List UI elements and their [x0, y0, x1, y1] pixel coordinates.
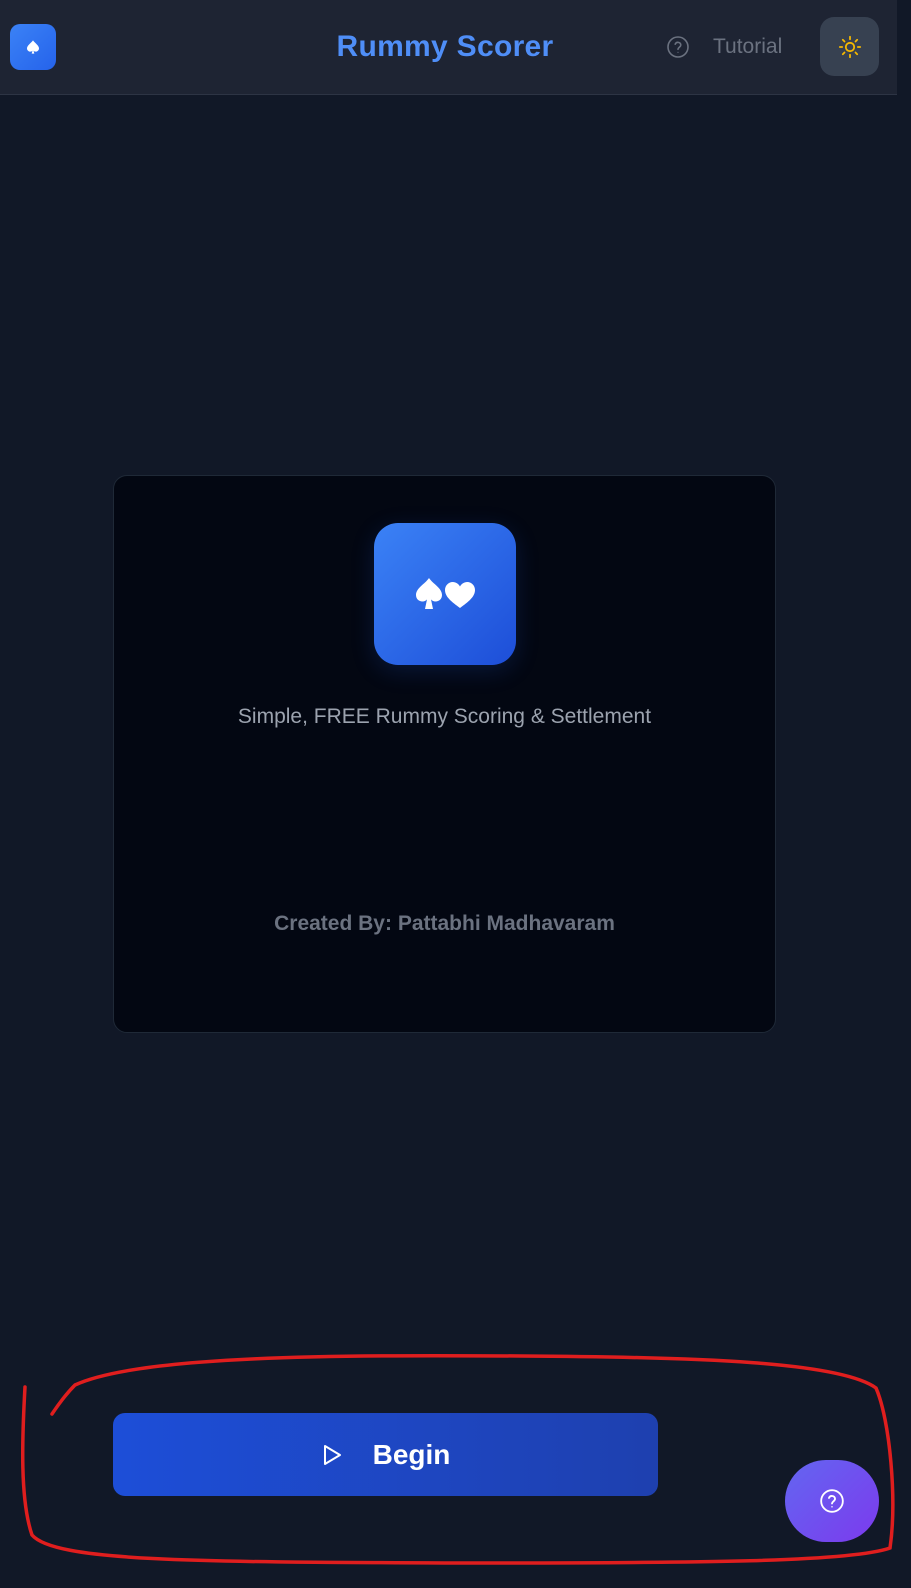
welcome-card: Simple, FREE Rummy Scoring & Settlement …: [113, 475, 776, 1033]
question-circle-icon: [667, 36, 689, 58]
top-bar: Rummy Scorer Tutorial: [0, 0, 897, 95]
question-circle-icon: [820, 1489, 844, 1513]
play-icon: [323, 1444, 341, 1465]
floating-help-button[interactable]: [785, 1460, 879, 1542]
app-root: Rummy Scorer Tutorial Simple, FREE Rummy…: [0, 0, 911, 1588]
begin-button[interactable]: Begin: [113, 1413, 658, 1496]
tutorial-label: Tutorial: [713, 35, 783, 58]
theme-toggle-button[interactable]: [820, 17, 879, 76]
spade-heart-icon: [416, 578, 475, 609]
sun-icon: [838, 35, 861, 58]
creator-credit: Created By: Pattabhi Madhavaram: [274, 912, 615, 935]
begin-label: Begin: [372, 1438, 451, 1470]
tutorial-link[interactable]: Tutorial: [666, 33, 782, 61]
hero-logo: [374, 523, 516, 665]
app-tagline: Simple, FREE Rummy Scoring & Settlement: [237, 705, 652, 728]
